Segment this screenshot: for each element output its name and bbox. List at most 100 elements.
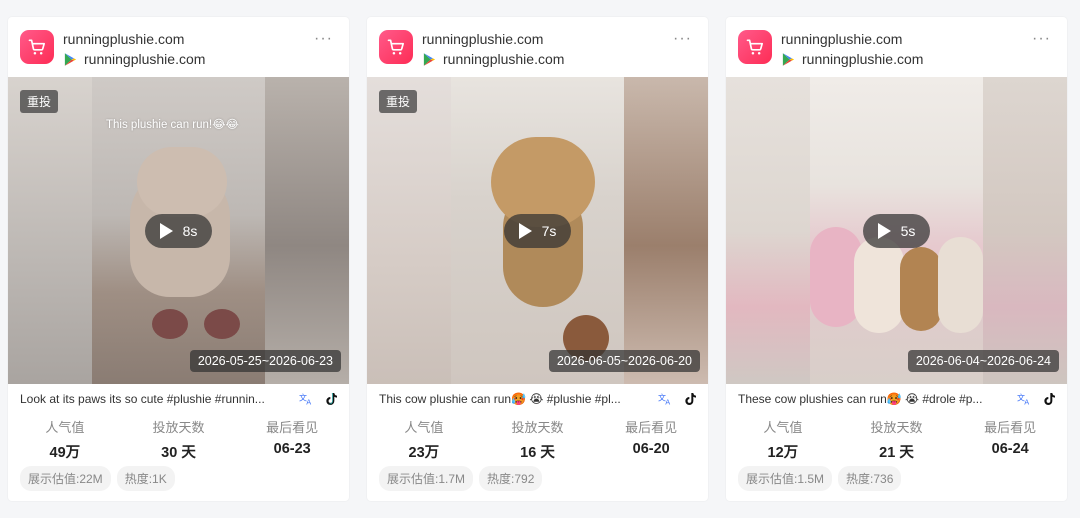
stat-value: 21 天: [879, 445, 914, 461]
stat-last-seen: 最后看见 06-23: [235, 417, 349, 457]
ad-card[interactable]: runningplushie.com runningplushie.com ··…: [367, 17, 708, 501]
tiktok-icon: [685, 393, 696, 405]
ad-description: This cow plushie can run🥵 😭 #plushie #pl…: [379, 392, 621, 406]
plushie-foot: [204, 309, 240, 339]
stat-label: 投放天数: [152, 420, 205, 435]
translate-icon[interactable]: 文A: [299, 392, 315, 406]
blurred-background-left: [367, 77, 451, 384]
store-domain[interactable]: runningplushie.com: [84, 51, 205, 67]
stat-days: 投放天数 16 天: [481, 417, 595, 461]
play-icon: [518, 223, 532, 239]
stat-value: 06-20: [632, 441, 670, 457]
stat-days: 投放天数 21 天: [840, 417, 954, 461]
heat-tag: 热度:792: [479, 466, 543, 491]
play-button[interactable]: 5s: [863, 214, 930, 248]
stat-value: 06-24: [991, 441, 1029, 457]
stat-value: 23万: [408, 445, 440, 461]
rerun-badge: 重投: [20, 90, 59, 113]
blurred-background-right: [265, 77, 349, 384]
tag-row: 展示估值:1.5M 热度:736: [738, 466, 902, 491]
blurred-background-left: [726, 77, 810, 384]
brown-plushie: [900, 247, 942, 331]
stat-value: 16 天: [520, 445, 555, 461]
ad-card[interactable]: runningplushie.com runningplushie.com ··…: [726, 17, 1067, 501]
heat-tag: 热度:1K: [116, 466, 175, 491]
ad-card[interactable]: runningplushie.com runningplushie.com ··…: [8, 17, 349, 501]
impressions-tag: 展示估值:1.7M: [379, 466, 474, 491]
store-domain[interactable]: runningplushie.com: [802, 51, 923, 67]
more-options-icon[interactable]: ···: [1032, 30, 1051, 48]
more-options-icon[interactable]: ···: [314, 30, 333, 48]
video-duration: 8s: [182, 223, 198, 239]
plushie-head: [137, 147, 227, 217]
stat-label: 投放天数: [870, 420, 923, 435]
cream-plushie: [938, 237, 983, 333]
cream-plushie: [854, 237, 904, 333]
stat-last-seen: 最后看见 06-20: [594, 417, 708, 457]
advertiser-domain[interactable]: runningplushie.com: [422, 31, 543, 47]
google-play-icon: [782, 52, 795, 66]
tiktok-icon: [326, 393, 337, 405]
video-thumbnail[interactable]: 5s 2026-06-04~2026-06-24: [726, 77, 1067, 384]
translate-icon[interactable]: 文A: [658, 392, 674, 406]
video-thumbnail[interactable]: This plushie can run!😂😂 重投 8s 2026-05-25…: [8, 77, 349, 384]
play-icon: [877, 223, 891, 239]
shopping-cart-icon: [20, 30, 54, 64]
video-caption-overlay: This plushie can run!😂😂: [106, 119, 239, 131]
tag-row: 展示估值:1.7M 热度:792: [379, 466, 543, 491]
google-play-icon: [64, 52, 77, 66]
description-row: This cow plushie can run🥵 😭 #plushie #pl…: [379, 390, 698, 408]
stat-value: 06-23: [273, 441, 311, 457]
play-icon: [159, 223, 173, 239]
stat-label: 最后看见: [625, 420, 678, 435]
date-range: 2026-06-05~2026-06-20: [548, 350, 700, 372]
stats-row: 人气值 23万 投放天数 16 天 最后看见 06-20: [367, 417, 708, 461]
stat-label: 人气值: [404, 420, 444, 435]
stat-label: 人气值: [763, 420, 803, 435]
translate-icon[interactable]: 文A: [1017, 392, 1033, 406]
tag-row: 展示估值:22M 热度:1K: [20, 466, 175, 491]
store-domain[interactable]: runningplushie.com: [443, 51, 564, 67]
stat-label: 最后看见: [266, 420, 319, 435]
more-options-icon[interactable]: ···: [673, 30, 692, 48]
play-button[interactable]: 8s: [145, 214, 212, 248]
shopping-cart-icon: [379, 30, 413, 64]
stat-days: 投放天数 30 天: [122, 417, 236, 461]
heat-tag: 热度:736: [838, 466, 902, 491]
blurred-background-left: [8, 77, 92, 384]
card-header: runningplushie.com runningplushie.com ··…: [738, 30, 1055, 74]
stat-value: 30 天: [161, 445, 196, 461]
stat-label: 投放天数: [511, 420, 564, 435]
svg-text:A: A: [665, 398, 670, 406]
stat-label: 人气值: [45, 420, 85, 435]
video-duration: 7s: [541, 223, 557, 239]
stat-value: 49万: [49, 445, 81, 461]
video-thumbnail[interactable]: 重投 7s 2026-06-05~2026-06-20: [367, 77, 708, 384]
stat-value: 12万: [767, 445, 799, 461]
impressions-tag: 展示估值:1.5M: [738, 466, 833, 491]
video-duration: 5s: [900, 223, 916, 239]
play-button[interactable]: 7s: [504, 214, 571, 248]
tiktok-icon: [1044, 393, 1055, 405]
rerun-badge: 重投: [379, 90, 418, 113]
card-header: runningplushie.com runningplushie.com ··…: [20, 30, 337, 74]
stats-row: 人气值 49万 投放天数 30 天 最后看见 06-23: [8, 417, 349, 461]
stats-row: 人气值 12万 投放天数 21 天 最后看见 06-24: [726, 417, 1067, 461]
blurred-background-right: [624, 77, 708, 384]
svg-text:A: A: [306, 398, 311, 406]
shopping-cart-icon: [738, 30, 772, 64]
store-row: runningplushie.com: [781, 50, 923, 68]
impressions-tag: 展示估值:22M: [20, 466, 111, 491]
advertiser-domain[interactable]: runningplushie.com: [781, 31, 902, 47]
date-range: 2026-05-25~2026-06-23: [189, 350, 341, 372]
stat-popularity: 人气值 23万: [367, 417, 481, 461]
description-row: These cow plushies can run🥵 😭 #drole #p.…: [738, 390, 1057, 408]
stat-label: 最后看见: [984, 420, 1037, 435]
store-row: runningplushie.com: [422, 50, 564, 68]
advertiser-domain[interactable]: runningplushie.com: [63, 31, 184, 47]
description-row: Look at its paws its so cute #plushie #r…: [20, 390, 339, 408]
ad-description: These cow plushies can run🥵 😭 #drole #p.…: [738, 392, 983, 406]
store-row: runningplushie.com: [63, 50, 205, 68]
date-range: 2026-06-04~2026-06-24: [907, 350, 1059, 372]
blurred-background-right: [983, 77, 1067, 384]
